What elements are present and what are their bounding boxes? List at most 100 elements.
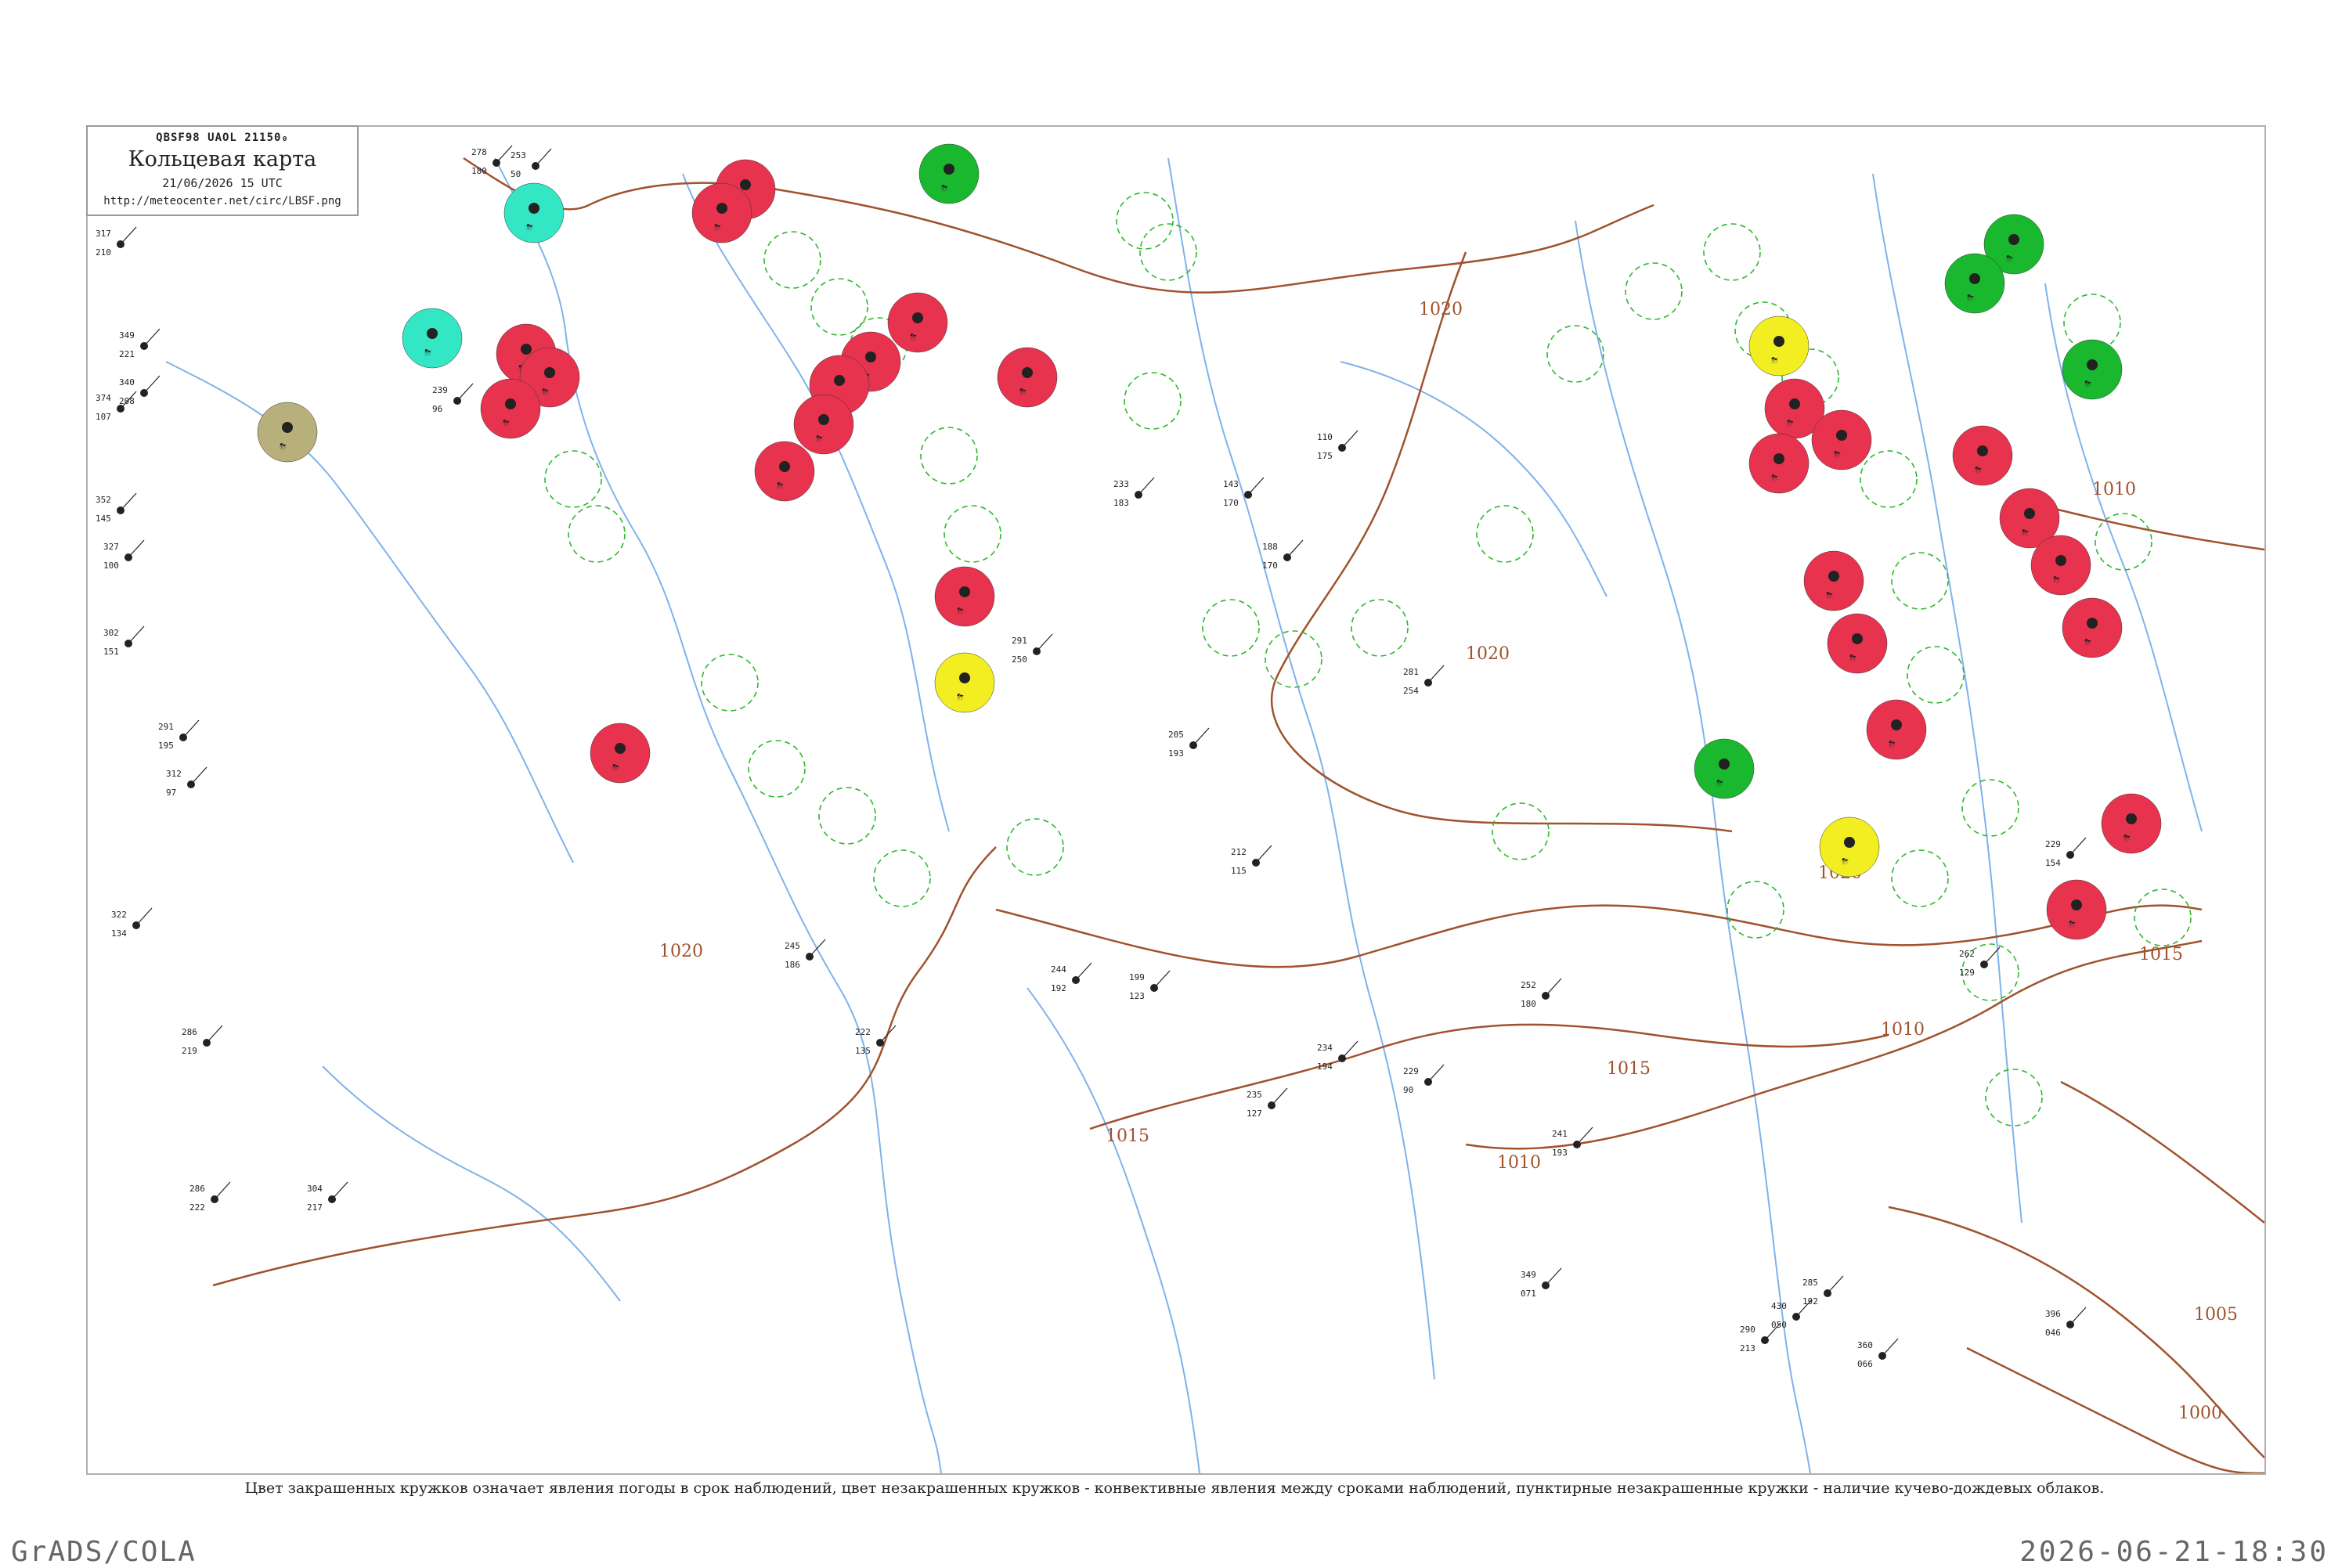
thunderstorm-marker[interactable]: ⛈ xyxy=(590,723,651,784)
thunderstorm-marker[interactable]: ⛈ xyxy=(887,292,948,353)
station-temperature: 291 xyxy=(1012,636,1027,646)
station[interactable]: 233 183 xyxy=(1113,477,1155,508)
shower-marker[interactable]: ⛈ xyxy=(2062,339,2123,400)
fog_dust-marker[interactable]: ⛈ xyxy=(1748,315,1810,377)
fog_dust-marker[interactable]: ⛈ xyxy=(934,652,995,713)
marker-symbol: ⛈ xyxy=(1787,418,1794,428)
thunderstorm-marker[interactable]: ⛈ xyxy=(2030,535,2091,596)
station-temperature: 360 xyxy=(1857,1340,1873,1350)
thunderstorm-marker[interactable]: ⛈ xyxy=(2062,597,2123,658)
station[interactable]: 278 180 xyxy=(471,145,513,176)
station[interactable]: 262 129 xyxy=(1959,946,2001,978)
station[interactable]: 360 066 xyxy=(1857,1338,1899,1369)
station-temperature: 286 xyxy=(189,1184,205,1194)
station[interactable]: 281 254 xyxy=(1403,665,1445,696)
cb-cloud-circle xyxy=(568,505,626,563)
station-temperature: 317 xyxy=(96,229,111,239)
station[interactable]: 340208 xyxy=(119,375,161,406)
station[interactable]: 304 217 xyxy=(307,1181,348,1213)
snow-marker[interactable]: ⛈ xyxy=(402,308,463,369)
station-pressure: 219 xyxy=(182,1046,197,1056)
shower-marker[interactable]: ⛈ xyxy=(1944,253,2005,314)
station-pressure: 151 xyxy=(103,647,119,657)
shower-marker[interactable]: ⛈ xyxy=(918,143,980,204)
cb-cloud-circle xyxy=(1351,599,1409,657)
weather-map[interactable]: 1020 1020 1020 1020 1015 1015 1015 1010 … xyxy=(88,127,2264,1473)
station[interactable]: 291 250 xyxy=(1012,633,1053,665)
station[interactable]: 286 222 xyxy=(189,1181,231,1213)
station-pressure: 193 xyxy=(1552,1148,1568,1158)
station-temperature: 304 xyxy=(307,1184,323,1194)
cb-cloud-circle xyxy=(1006,818,1064,876)
cb-cloud-circle xyxy=(701,654,759,712)
thunderstorm-marker[interactable]: ⛈ xyxy=(793,394,854,455)
station[interactable]: 212 115 xyxy=(1231,845,1272,876)
station[interactable]: 349 221 xyxy=(119,328,161,359)
station[interactable]: 239 96 xyxy=(432,383,474,414)
cb-cloud-circle xyxy=(1891,552,1949,610)
station-temperature: 234 xyxy=(1317,1043,1333,1053)
thunderstorm-marker[interactable]: ⛈ xyxy=(1866,699,1927,760)
thunderstorm-marker[interactable]: ⛈ xyxy=(1952,425,2013,486)
station[interactable]: 244 192 xyxy=(1051,962,1092,993)
marker-symbol: ⛈ xyxy=(2084,637,2091,647)
marker-symbol: ⛈ xyxy=(1826,590,1833,600)
snow-marker[interactable]: ⛈ xyxy=(503,182,565,243)
cb-cloud-circle xyxy=(763,231,821,289)
source-url[interactable]: http://meteocenter.net/circ/LBSF.png xyxy=(88,195,357,207)
station[interactable]: 235 127 xyxy=(1247,1087,1288,1119)
station[interactable]: 312 97 xyxy=(166,766,207,798)
station[interactable]: 352 145 xyxy=(96,492,137,524)
marker-symbol: ⛈ xyxy=(2123,833,2131,843)
station[interactable]: 253 50 xyxy=(511,148,552,179)
station[interactable]: 286 219 xyxy=(182,1025,223,1056)
station[interactable]: 252 180 xyxy=(1521,978,1562,1009)
station[interactable]: 188 170 xyxy=(1262,539,1304,571)
station-pressure: 107 xyxy=(96,412,111,422)
cb-cloud-circle xyxy=(1703,223,1761,281)
station-temperature: 229 xyxy=(2045,839,2061,849)
station[interactable]: 245 186 xyxy=(785,939,826,970)
station[interactable]: 322 134 xyxy=(111,907,153,939)
cb-cloud-circle xyxy=(1625,262,1683,320)
station-pressure: 254 xyxy=(1403,686,1419,696)
station-temperature: 233 xyxy=(1113,479,1129,489)
station[interactable]: 205 193 xyxy=(1168,727,1210,759)
thunderstorm-marker[interactable]: ⛈ xyxy=(754,441,815,502)
marker-symbol: ⛈ xyxy=(542,387,549,397)
station[interactable]: 302 151 xyxy=(103,625,145,657)
cb-cloud-circle xyxy=(1492,802,1550,860)
station-pressure: 134 xyxy=(111,928,127,939)
thunderstorm-marker[interactable]: ⛈ xyxy=(691,182,752,243)
thunderstorm-marker[interactable]: ⛈ xyxy=(1811,409,1872,470)
station[interactable]: 349 071 xyxy=(1521,1267,1562,1299)
marker-symbol: ⛈ xyxy=(1849,653,1856,663)
station[interactable]: 327 100 xyxy=(103,539,145,571)
thunderstorm-marker[interactable]: ⛈ xyxy=(480,378,541,439)
thunderstorm-marker[interactable]: ⛈ xyxy=(1748,433,1810,494)
station[interactable]: 110 175 xyxy=(1317,430,1359,461)
station[interactable]: 396 046 xyxy=(2045,1307,2087,1338)
station[interactable]: 229 154 xyxy=(2045,837,2087,868)
marker-symbol: ⛈ xyxy=(526,222,533,232)
station-temperature: 349 xyxy=(1521,1270,1536,1280)
station[interactable]: 317 210 xyxy=(96,226,137,258)
thunderstorm-marker[interactable]: ⛈ xyxy=(934,566,995,627)
station[interactable]: 229 90 xyxy=(1403,1064,1445,1095)
thunderstorm-marker[interactable]: ⛈ xyxy=(2046,879,2107,940)
thunderstorm-marker[interactable]: ⛈ xyxy=(2101,793,2162,854)
thunderstorm-marker[interactable]: ⛈ xyxy=(1803,550,1864,611)
fog_dust-marker[interactable]: ⛈ xyxy=(1819,816,1880,878)
station[interactable]: 285192 xyxy=(1802,1275,1844,1307)
thunderstorm-marker[interactable]: ⛈ xyxy=(1827,613,1888,674)
marker-symbol: ⛈ xyxy=(2006,254,2013,264)
haze-marker[interactable]: ⛈ xyxy=(257,402,318,463)
station[interactable]: 291 195 xyxy=(158,719,200,751)
thunderstorm-marker[interactable]: ⛈ xyxy=(997,347,1058,408)
shower-marker[interactable]: ⛈ xyxy=(1694,738,1755,799)
cb-cloud-circle xyxy=(2134,889,2192,946)
marker-symbol: ⛈ xyxy=(1019,387,1027,397)
station[interactable]: 199 123 xyxy=(1129,970,1171,1001)
map-title: Кольцевая карта xyxy=(128,147,317,171)
station-pressure: 183 xyxy=(1113,498,1129,508)
